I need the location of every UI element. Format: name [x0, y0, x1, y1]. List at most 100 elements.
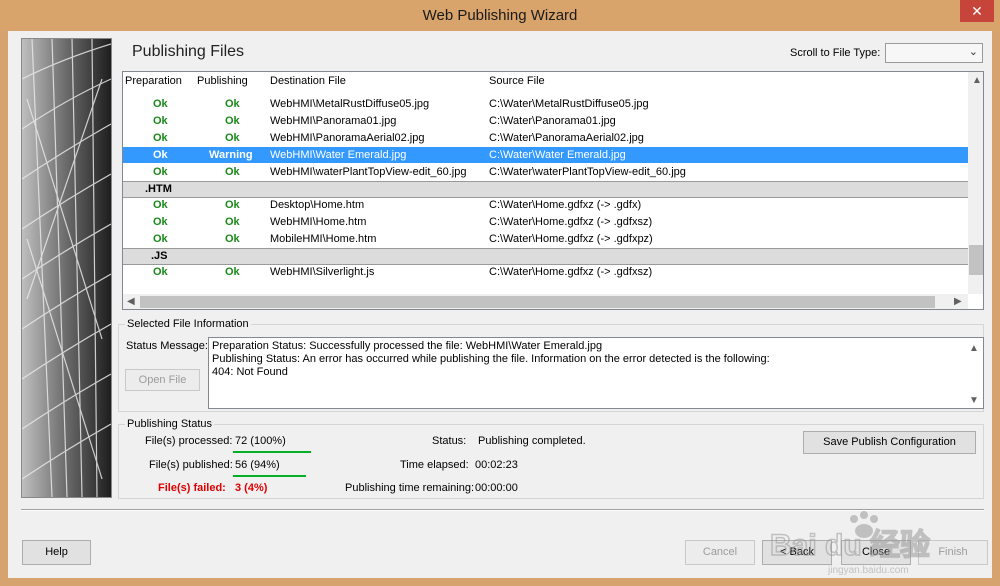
source-file: C:\Water\Water Emerald.jpg: [489, 149, 626, 161]
scroll-up-icon[interactable]: ▲: [969, 342, 979, 355]
scroll-up-icon[interactable]: ▲: [972, 75, 982, 86]
preparation-status: Ok: [153, 166, 168, 178]
preparation-status: Ok: [153, 98, 168, 110]
publishing-status: Ok: [225, 266, 240, 278]
file-list[interactable]: Preparation Publishing Destination File …: [122, 71, 984, 310]
destination-file: WebHMI\Home.htm: [270, 216, 367, 228]
column-header-source[interactable]: Source File: [489, 75, 545, 87]
preparation-status: Ok: [153, 132, 168, 144]
publishing-status: Ok: [225, 233, 240, 245]
cancel-button[interactable]: Cancel: [685, 540, 755, 565]
status-message-line: 404: Not Found: [212, 366, 288, 378]
files-failed-label: File(s) failed:: [158, 482, 226, 494]
files-processed-label: File(s) processed:: [145, 435, 233, 447]
title-bar: Web Publishing Wizard ✕: [0, 0, 1000, 31]
group-label: .JS: [151, 250, 168, 262]
column-header-destination[interactable]: Destination File: [270, 75, 346, 87]
time-remaining-value: 00:00:00: [475, 482, 518, 494]
table-row-selected[interactable]: Ok Warning WebHMI\Water Emerald.jpg C:\W…: [123, 147, 968, 163]
source-file: C:\Water\Home.gdfxz (-> .gdfx): [489, 199, 642, 211]
vertical-scrollbar[interactable]: ▲: [968, 72, 983, 294]
time-remaining-label: Publishing time remaining:: [345, 482, 475, 494]
file-type-filter-label: Scroll to File Type:: [790, 47, 881, 59]
files-published-value: 56 (94%): [235, 459, 280, 471]
status-message-label: Status Message:: [126, 340, 208, 352]
table-row[interactable]: Ok Ok MobileHMI\Home.htm C:\Water\Home.g…: [123, 231, 968, 247]
column-header-preparation[interactable]: Preparation: [125, 75, 182, 87]
preparation-status: Ok: [153, 199, 168, 211]
table-row[interactable]: Ok Ok WebHMI\PanoramaAerial02.jpg C:\Wat…: [123, 130, 968, 146]
table-row[interactable]: Ok Ok Desktop\Home.htm C:\Water\Home.gdf…: [123, 197, 968, 213]
publishing-status: Warning: [209, 149, 253, 161]
horizontal-scroll-thumb[interactable]: [140, 296, 935, 308]
destination-file: WebHMI\Panorama01.jpg: [270, 115, 397, 127]
publishing-status: Ok: [225, 216, 240, 228]
files-processed-value: 72 (100%): [235, 435, 286, 447]
status-value: Publishing completed.: [478, 435, 586, 447]
watermark-text: Bai du 经验: [770, 528, 930, 562]
destination-file: WebHMI\Silverlight.js: [270, 266, 375, 278]
files-processed-progress: [233, 451, 311, 453]
table-row[interactable]: Ok Ok WebHMI\Home.htm C:\Water\Home.gdfx…: [123, 214, 968, 230]
help-button[interactable]: Help: [22, 540, 91, 565]
source-file: C:\Water\Home.gdfxz (-> .gdfxsz): [489, 216, 653, 228]
status-label: Status:: [432, 435, 467, 447]
preparation-status: Ok: [153, 266, 168, 278]
destination-file: WebHMI\Water Emerald.jpg: [270, 149, 407, 161]
table-row[interactable]: Ok Ok WebHMI\waterPlantTopView-edit_60.j…: [123, 164, 968, 180]
destination-file: Desktop\Home.htm: [270, 199, 365, 211]
time-elapsed-label: Time elapsed:: [400, 459, 469, 471]
source-file: C:\Water\Panorama01.jpg: [489, 115, 616, 127]
scroll-right-icon[interactable]: ▶: [954, 296, 962, 307]
scroll-left-icon[interactable]: ◀: [127, 296, 135, 307]
files-failed-value: 3 (4%): [235, 482, 268, 494]
vertical-scroll-thumb[interactable]: [969, 245, 983, 275]
time-elapsed-value: 00:02:23: [475, 459, 518, 471]
wizard-banner-image: [21, 38, 112, 498]
source-file: C:\Water\Home.gdfxz (-> .gdfxpz): [489, 233, 653, 245]
destination-file: WebHMI\MetalRustDiffuse05.jpg: [270, 98, 430, 110]
file-type-filter-select[interactable]: ⌄: [885, 43, 983, 63]
status-message-line: Publishing Status: An error has occurred…: [212, 353, 770, 365]
preparation-status: Ok: [153, 149, 168, 161]
page-heading: Publishing Files: [132, 43, 245, 60]
preparation-status: Ok: [153, 216, 168, 228]
source-file: C:\Water\waterPlantTopView-edit_60.jpg: [489, 166, 686, 178]
publishing-status: Ok: [225, 166, 240, 178]
destination-file: MobileHMI\Home.htm: [270, 233, 377, 245]
watermark-url: jingyan.baidu.com: [827, 565, 909, 576]
chevron-down-icon: ⌄: [968, 46, 978, 58]
baidu-watermark: Bai du 经验 jingyan.baidu.com: [768, 509, 978, 579]
selected-file-info-title: Selected File Information: [125, 318, 251, 330]
column-header-publishing[interactable]: Publishing: [197, 75, 248, 87]
table-row[interactable]: Ok Ok WebHMI\Silverlight.js C:\Water\Hom…: [123, 264, 968, 280]
publishing-status: Ok: [225, 98, 240, 110]
preparation-status: Ok: [153, 115, 168, 127]
window-title: Web Publishing Wizard: [422, 7, 578, 24]
horizontal-scrollbar[interactable]: ◀ ▶: [123, 294, 968, 309]
group-header-js: .JS: [123, 248, 968, 265]
status-message-line: Preparation Status: Successfully process…: [212, 340, 603, 352]
source-file: C:\Water\PanoramaAerial02.jpg: [489, 132, 644, 144]
files-published-label: File(s) published:: [149, 459, 233, 471]
publishing-status: Ok: [225, 132, 240, 144]
destination-file: WebHMI\waterPlantTopView-edit_60.jpg: [270, 166, 467, 178]
open-file-button[interactable]: Open File: [125, 369, 200, 391]
group-header-htm: .HTM: [123, 181, 968, 198]
destination-file: WebHMI\PanoramaAerial02.jpg: [270, 132, 425, 144]
publishing-status: Ok: [225, 115, 240, 127]
group-label: .HTM: [145, 183, 172, 195]
files-published-progress: [233, 475, 306, 477]
scroll-down-icon[interactable]: ▼: [969, 394, 979, 407]
save-publish-configuration-button[interactable]: Save Publish Configuration: [803, 431, 976, 454]
close-window-button[interactable]: ✕: [960, 0, 994, 22]
wizard-client-area: Publishing Files Scroll to File Type: ⌄ …: [8, 31, 992, 578]
table-row[interactable]: Ok Ok WebHMI\MetalRustDiffuse05.jpg C:\W…: [123, 96, 968, 112]
publishing-status-title: Publishing Status: [125, 418, 214, 430]
status-message-box[interactable]: Preparation Status: Successfully process…: [208, 337, 984, 409]
source-file: C:\Water\Home.gdfxz (-> .gdfxsz): [489, 266, 653, 278]
preparation-status: Ok: [153, 233, 168, 245]
table-row[interactable]: Ok Ok WebHMI\Panorama01.jpg C:\Water\Pan…: [123, 113, 968, 129]
publishing-status: Ok: [225, 199, 240, 211]
source-file: C:\Water\MetalRustDiffuse05.jpg: [489, 98, 649, 110]
